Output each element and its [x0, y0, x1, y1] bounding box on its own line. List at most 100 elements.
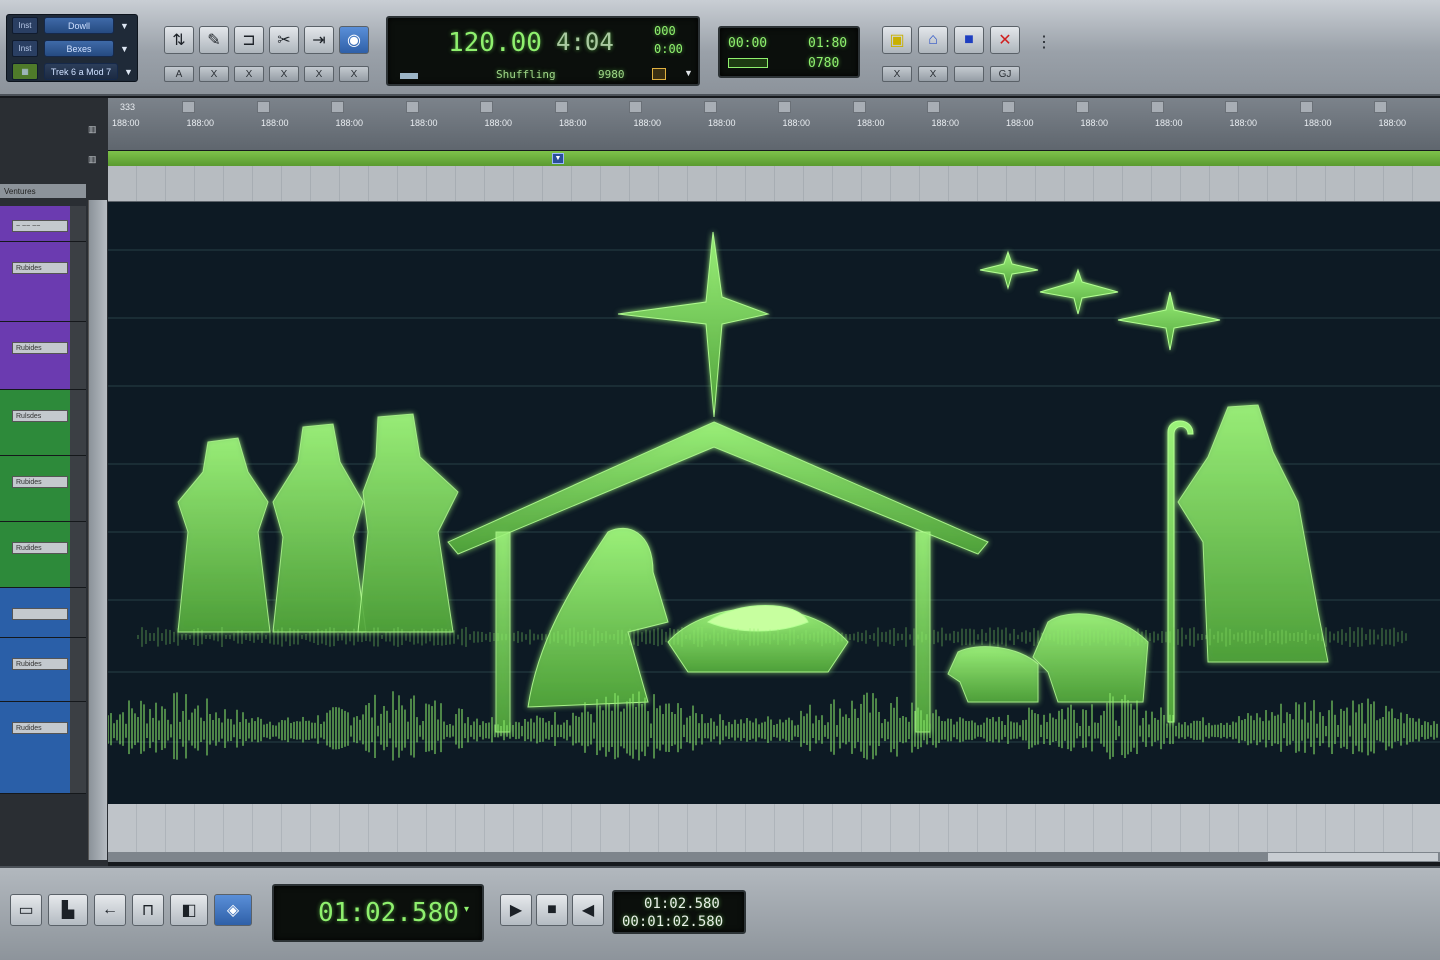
ruler-marker[interactable]	[405, 101, 419, 113]
track-side-controls[interactable]	[70, 702, 86, 794]
selector-icon[interactable]: ⇥	[304, 26, 334, 54]
ruler-marker[interactable]	[703, 101, 717, 113]
sel-length: 0780	[808, 56, 840, 71]
grabber-icon[interactable]: ⇅	[164, 26, 194, 54]
track-row[interactable]: Rudides	[0, 702, 70, 794]
track-row[interactable]	[0, 588, 70, 638]
window-icon[interactable]: ▭	[10, 894, 42, 926]
smart-tool-icon[interactable]: ◉	[339, 26, 369, 54]
small-button[interactable]: GJ	[990, 66, 1020, 82]
meter-bar	[728, 58, 768, 68]
ruler-marker[interactable]	[778, 101, 791, 113]
track-row[interactable]: Rubides	[0, 638, 70, 702]
stop-icon[interactable]: ■	[536, 894, 568, 926]
track-name[interactable]: Rulsdes	[12, 410, 68, 422]
timeline-ruler[interactable]: 333 188:00 188:00 188:00 188:00 188:00 188:00…	[108, 98, 1440, 150]
track-row[interactable]: Rubides	[0, 456, 70, 522]
mode-pill[interactable]: Bexes	[44, 40, 114, 57]
edit-mode-button[interactable]: X	[304, 66, 334, 82]
chevron-down-icon[interactable]: ▼	[120, 21, 129, 31]
track-side-controls[interactable]	[70, 206, 86, 242]
loop-bracket-icon[interactable]: ⊓	[132, 894, 164, 926]
horizontal-scrollbar[interactable]	[108, 852, 1440, 862]
edit-mode-button[interactable]: X	[269, 66, 299, 82]
chevron-down-icon[interactable]: ▾	[464, 904, 469, 915]
link-icon[interactable]: ⌂	[918, 26, 948, 54]
play-icon[interactable]: ▶	[500, 894, 532, 926]
rewind-icon[interactable]: ◀	[572, 894, 604, 926]
record-blue-icon[interactable]: ◈	[214, 894, 252, 926]
track-side-controls[interactable]	[70, 242, 86, 322]
mode-pill[interactable]: Dowll	[44, 17, 114, 34]
ruler-marker[interactable]	[1076, 101, 1089, 113]
back-icon[interactable]: ←	[94, 894, 126, 926]
track-name[interactable]: Rudides	[12, 542, 68, 554]
track-row[interactable]: Rudides	[0, 522, 70, 588]
tool-x-icon[interactable]: ✕	[990, 26, 1020, 54]
lock-icon[interactable]	[652, 68, 666, 80]
ruler-marker[interactable]	[629, 101, 642, 113]
track-side-controls[interactable]	[70, 588, 86, 638]
scroll-thumb[interactable]	[1268, 853, 1438, 861]
mode-row-1[interactable]: Inst Dowll ▼	[12, 17, 129, 34]
selection-display: 00:00 01:80 0780	[718, 26, 860, 78]
more-icon[interactable]: ⋮	[1036, 32, 1052, 52]
edit-mode-button[interactable]: A	[164, 66, 194, 82]
zoom-icon[interactable]: ▙	[48, 894, 88, 926]
ruler-marker[interactable]	[1374, 101, 1387, 113]
waveform-display[interactable]	[108, 202, 1440, 804]
track-row[interactable]: ~ ~~ ~~	[0, 206, 70, 242]
ruler-time-label: 188:00	[112, 118, 140, 128]
small-button[interactable]: X	[882, 66, 912, 82]
track-name[interactable]: Rubides	[12, 342, 68, 354]
chevron-down-icon[interactable]: ▼	[120, 44, 129, 54]
track-list-header[interactable]: Ventures	[0, 184, 86, 198]
track-name[interactable]	[12, 608, 68, 620]
mode-row-3[interactable]: ▦ Trek 6 a Mod 7 ▼	[12, 63, 133, 80]
ruler-marker[interactable]	[480, 101, 493, 113]
trim-icon[interactable]: ⊐	[234, 26, 264, 54]
ruler-marker[interactable]	[331, 101, 344, 113]
ruler-marker[interactable]	[554, 101, 568, 113]
track-name[interactable]: ~ ~~ ~~	[12, 220, 68, 232]
marker-icon[interactable]: ▼	[552, 153, 564, 164]
mode-row-2[interactable]: Inst Bexes ▼	[12, 40, 129, 57]
blue-square-icon[interactable]: ■	[954, 26, 984, 54]
track-name[interactable]: Rudides	[12, 722, 68, 734]
edit-mode-button[interactable]: X	[199, 66, 229, 82]
small-button[interactable]	[954, 66, 984, 82]
track-side-controls[interactable]	[70, 522, 86, 588]
grid-icon[interactable]: ▣	[882, 26, 912, 54]
track-name[interactable]: Rubides	[12, 476, 68, 488]
ruler-marker[interactable]	[1150, 101, 1164, 113]
small-button[interactable]: X	[918, 66, 948, 82]
track-row[interactable]: Rubides	[0, 322, 70, 390]
scissors-icon[interactable]: ✂	[269, 26, 299, 54]
track-name[interactable]: Rubides	[12, 262, 68, 274]
ruler-marker[interactable]	[927, 101, 940, 113]
mode-pill[interactable]: Trek 6 a Mod 7	[44, 63, 118, 80]
track-name[interactable]: Rubides	[12, 658, 68, 670]
edit-mode-button[interactable]: X	[339, 66, 369, 82]
track-row[interactable]: Rulsdes	[0, 390, 70, 456]
ruler-marker[interactable]	[1299, 101, 1313, 113]
chevron-down-icon[interactable]: ▼	[684, 68, 693, 78]
vertical-scrollbar[interactable]	[88, 200, 107, 860]
track-side-controls[interactable]	[70, 322, 86, 390]
track-row[interactable]: Rubides	[0, 242, 70, 322]
scrub-icon[interactable]: ◧	[170, 894, 208, 926]
edit-mode-button[interactable]: X	[234, 66, 264, 82]
ruler-marker[interactable]	[182, 101, 195, 113]
ruler-icon[interactable]: ▥	[88, 154, 97, 165]
ruler-marker[interactable]	[852, 101, 866, 113]
ruler-marker[interactable]	[1001, 101, 1015, 113]
ruler-marker[interactable]	[256, 101, 270, 113]
ruler-marker[interactable]	[1225, 101, 1238, 113]
track-side-controls[interactable]	[70, 390, 86, 456]
track-side-controls[interactable]	[70, 638, 86, 702]
track-side-controls[interactable]	[70, 456, 86, 522]
pencil-icon[interactable]: ✎	[199, 26, 229, 54]
ruler-icon[interactable]: ▥	[88, 124, 97, 135]
marker-lane[interactable]: ▼	[108, 151, 1440, 166]
chevron-down-icon[interactable]: ▼	[124, 67, 133, 77]
